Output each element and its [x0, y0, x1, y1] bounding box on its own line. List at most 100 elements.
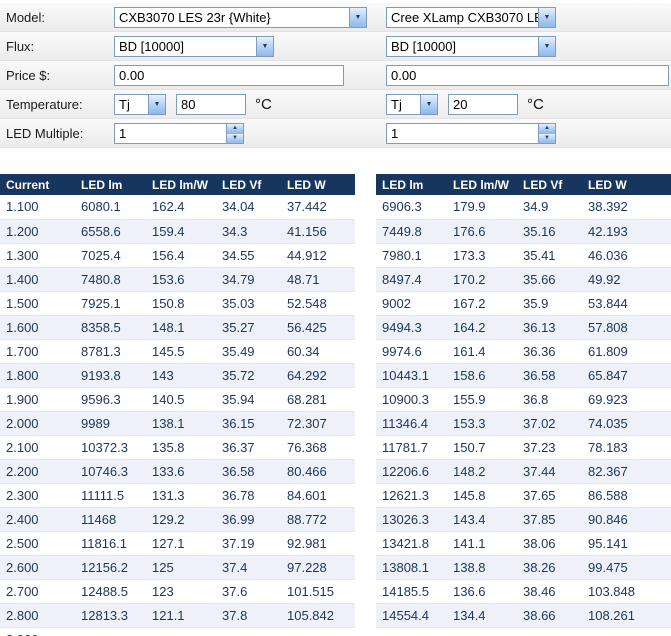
price-input-left[interactable] — [114, 64, 344, 86]
column-gap — [355, 435, 376, 459]
cell-value: 37.65 — [517, 483, 582, 508]
temp-input-right[interactable] — [448, 93, 518, 115]
cell-value: 34.9 — [517, 195, 582, 220]
dropdown-arrow-icon[interactable]: ▼ — [349, 7, 366, 27]
cell-value: 53.844 — [582, 291, 671, 316]
cell-value: 37.02 — [517, 411, 582, 436]
dropdown-arrow-icon[interactable]: ▼ — [538, 36, 555, 56]
model-row: Model: CXB3070 LES 23r {White} ▼ Cree XL… — [0, 3, 671, 32]
cell-current: 1.400 — [0, 267, 75, 292]
table-row: 1.600 8358.5 148.1 35.27 56.425 9494.3 164.2 36… — [0, 315, 671, 340]
cell-value: 35.41 — [517, 243, 582, 268]
temp-unit-right: °C — [527, 95, 544, 113]
cell-value: 125 — [146, 555, 216, 580]
cell-value: 35.72 — [216, 363, 281, 388]
led-comparison-app: Model: CXB3070 LES 23r {White} ▼ Cree XL… — [0, 0, 671, 636]
cell-value: 48.71 — [281, 267, 355, 292]
cell-value: 9974.6 — [376, 339, 447, 364]
table-body: 1.100 6080.1 162.4 34.04 37.442 6906.3 179.9 34… — [0, 195, 671, 636]
led-multiple-stepper-right[interactable]: ▲ ▼ — [386, 122, 556, 144]
led-multiple-input-left[interactable] — [115, 123, 226, 143]
spinner-up-icon[interactable]: ▲ — [227, 123, 243, 134]
cell-value: 36.37 — [216, 435, 281, 460]
cell-value: 164.2 — [447, 315, 517, 340]
cell-value: 7449.8 — [376, 219, 447, 244]
model-select-left-value: CXB3070 LES 23r {White} — [119, 9, 271, 25]
cell-value: 10900.3 — [376, 387, 447, 412]
column-gap — [355, 579, 376, 603]
column-gap — [355, 555, 376, 579]
cell-value: 35.66 — [517, 267, 582, 292]
cell-current: 1.600 — [0, 315, 75, 340]
temp-mode-select-left[interactable]: Tj ▼ — [114, 93, 166, 115]
cell-value: 57.808 — [582, 315, 671, 340]
cell-value: 36.58 — [517, 363, 582, 388]
cell-value: 36.15 — [216, 411, 281, 436]
cell-value: 7025.4 — [75, 243, 146, 268]
cell-value: 179.9 — [447, 195, 517, 220]
spinner-down-icon[interactable]: ▼ — [539, 133, 555, 143]
cell-value: 159.4 — [146, 219, 216, 244]
led-multiple-input-right[interactable] — [387, 123, 538, 143]
cell-value: 136.6 — [447, 579, 517, 604]
cell-value: 9989 — [75, 411, 146, 436]
cell-value: 37.85 — [517, 507, 582, 532]
led-multiple-stepper-left[interactable]: ▲ ▼ — [114, 122, 244, 144]
cell-value: 105.842 — [281, 603, 355, 628]
table-row: 1.800 9193.8 143 35.72 64.292 10443.1 158.6 36.… — [0, 363, 671, 388]
flux-row: Flux: BD [10000] ▼ BD [10000] ▼ — [0, 32, 671, 61]
table-row: 1.500 7925.1 150.8 35.03 52.548 9002 167.2 35.9… — [0, 291, 671, 316]
cell-current: 1.800 — [0, 363, 75, 388]
cell-value — [216, 627, 281, 636]
column-gap — [355, 219, 376, 243]
cell-value: 145.5 — [146, 339, 216, 364]
cell-value: 173.3 — [447, 243, 517, 268]
temp-input-left[interactable] — [176, 93, 246, 115]
cell-value: 7925.1 — [75, 291, 146, 316]
flux-select-right[interactable]: BD [10000] ▼ — [386, 35, 556, 57]
price-input-right[interactable] — [386, 64, 669, 86]
cell-value: 140.5 — [146, 387, 216, 412]
cell-value: 38.392 — [582, 195, 671, 220]
cell-value: 37.44 — [517, 459, 582, 484]
cell-value: 35.03 — [216, 291, 281, 316]
cell-current: 2.200 — [0, 459, 75, 484]
price-row: Price $: — [0, 61, 671, 90]
spinner-down-icon[interactable]: ▼ — [227, 133, 243, 143]
dropdown-arrow-icon[interactable]: ▼ — [538, 7, 555, 27]
cell-current: 1.500 — [0, 291, 75, 316]
model-select-right[interactable]: Cree XLamp CXB3070 LES ▼ — [386, 6, 556, 28]
temp-mode-select-right[interactable]: Tj ▼ — [386, 93, 438, 115]
cell-value: 10746.3 — [75, 459, 146, 484]
cell-value: 6080.1 — [75, 195, 146, 220]
cell-current: 2.400 — [0, 507, 75, 532]
cell-value: 99.475 — [582, 555, 671, 580]
cell-value: 161.4 — [447, 339, 517, 364]
header-led-lmw-right: LED lm/W — [447, 174, 517, 195]
table-row: 2.300 11111.5 131.3 36.78 84.601 12621.3 145.8… — [0, 483, 671, 508]
cell-value: 35.27 — [216, 315, 281, 340]
column-gap — [355, 507, 376, 531]
model-select-left[interactable]: CXB3070 LES 23r {White} ▼ — [114, 6, 367, 28]
cell-value: 176.6 — [447, 219, 517, 244]
cell-value: 38.46 — [517, 579, 582, 604]
cell-value — [447, 627, 517, 636]
cell-value: 95.141 — [582, 531, 671, 556]
panel-gutter — [372, 90, 386, 118]
cell-value: 135.8 — [146, 435, 216, 460]
cell-current: 2.700 — [0, 579, 75, 604]
cell-value: 41.156 — [281, 219, 355, 244]
cell-value: 38.26 — [517, 555, 582, 580]
cell-value: 13808.1 — [376, 555, 447, 580]
dropdown-arrow-icon[interactable]: ▼ — [148, 94, 165, 114]
flux-select-left[interactable]: BD [10000] ▼ — [114, 35, 274, 57]
header-led-lm-left: LED lm — [75, 174, 146, 195]
table-row: 2.400 11468 129.2 36.99 88.772 13026.3 143.4 37… — [0, 507, 671, 532]
cell-value: 80.466 — [281, 459, 355, 484]
cell-value: 37.6 — [216, 579, 281, 604]
dropdown-arrow-icon[interactable]: ▼ — [256, 36, 273, 56]
cell-value: 65.847 — [582, 363, 671, 388]
dropdown-arrow-icon[interactable]: ▼ — [420, 94, 437, 114]
cell-value: 129.2 — [146, 507, 216, 532]
spinner-up-icon[interactable]: ▲ — [539, 123, 555, 134]
